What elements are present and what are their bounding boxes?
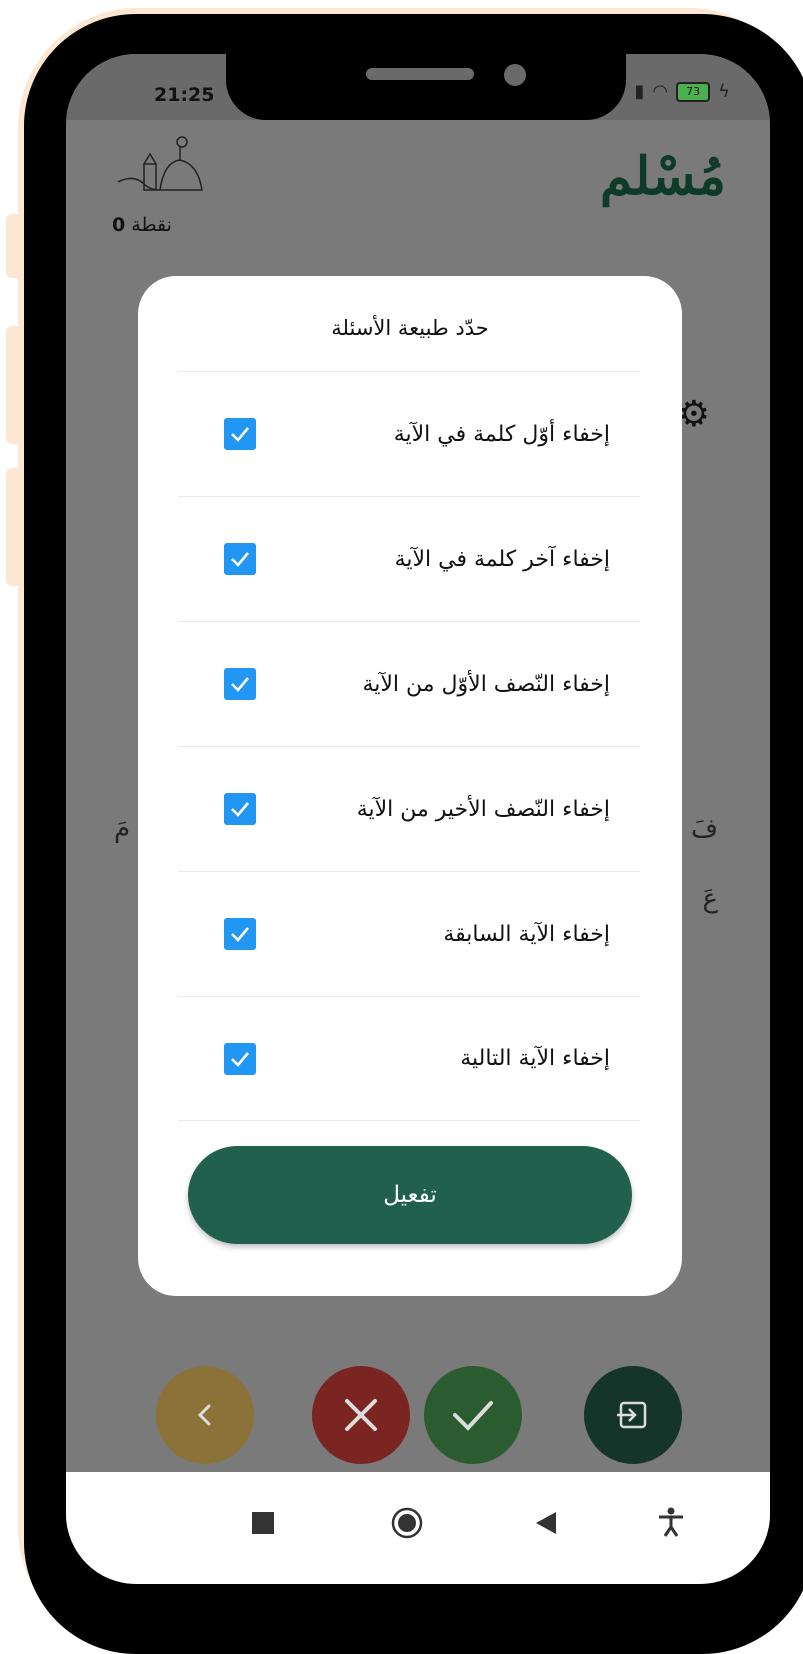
app-title: مُسْلم	[599, 146, 726, 207]
battery-icon: 73	[676, 81, 711, 102]
exit-button[interactable]	[584, 1366, 682, 1464]
option-label: إخفاء النّصف الأوّل من الآية	[362, 671, 610, 697]
option-row[interactable]: إخفاء الآية السابقة	[178, 871, 640, 996]
accessibility-icon[interactable]	[656, 1506, 686, 1545]
phone-side-button	[6, 326, 24, 444]
back-icon[interactable]	[534, 1510, 558, 1543]
wrong-answer-button[interactable]	[312, 1366, 410, 1464]
option-row[interactable]: إخفاء آخر كلمة في الآية	[178, 496, 640, 621]
checkbox[interactable]	[224, 918, 256, 950]
phone-side-button	[6, 468, 24, 586]
option-label: إخفاء الآية السابقة	[443, 921, 610, 947]
activate-button[interactable]: تفعيل	[188, 1146, 632, 1244]
verse-text-peek: عَ	[702, 884, 718, 914]
checkmark-icon	[231, 677, 249, 692]
option-row[interactable]: إخفاء أوّل كلمة في الآية	[178, 371, 640, 496]
option-row[interactable]: إخفاء النّصف الأوّل من الآية	[178, 621, 640, 746]
charging-icon: ϟ	[718, 81, 730, 102]
close-icon	[345, 1399, 377, 1431]
previous-button[interactable]	[156, 1366, 254, 1464]
exit-icon	[617, 1401, 647, 1429]
checkmark-icon	[231, 802, 249, 817]
verse-text-peek: مَ	[114, 814, 131, 844]
front-camera	[504, 64, 526, 86]
screen: 21:25 ▮ ◠ 73 ϟ 0 نقطة مُسْلم ⚙ مَ فَ عَ	[66, 54, 770, 1584]
wifi-icon: ◠	[652, 81, 669, 102]
settings-gear-icon[interactable]: ⚙	[678, 394, 710, 435]
recents-icon[interactable]	[252, 1512, 274, 1534]
question-type-dialog: حدّد طبيعة الأسئلة إخفاء أوّل كلمة في ال…	[138, 276, 682, 1296]
points-label: نقطة	[131, 214, 172, 236]
points-counter: 0 نقطة	[112, 214, 172, 236]
mosque-logo-icon	[117, 136, 203, 191]
signal-icon: ▮	[634, 81, 645, 102]
home-icon[interactable]	[390, 1506, 424, 1547]
checkbox[interactable]	[224, 668, 256, 700]
option-label: إخفاء النّصف الأخير من الآية	[356, 796, 610, 822]
phone-side-button	[6, 214, 24, 278]
checkbox[interactable]	[224, 543, 256, 575]
check-icon	[453, 1401, 493, 1431]
status-icons: ▮ ◠ 73 ϟ	[635, 81, 731, 102]
option-label: إخفاء الآية التالية	[460, 1046, 610, 1071]
checkmark-icon	[231, 927, 249, 942]
checkmark-icon	[231, 1051, 249, 1067]
checkmark-icon	[231, 552, 249, 567]
option-label: إخفاء آخر كلمة في الآية	[394, 546, 610, 572]
checkbox[interactable]	[224, 793, 256, 825]
option-label: إخفاء أوّل كلمة في الآية	[393, 421, 610, 447]
chevron-left-icon	[197, 1404, 211, 1426]
status-time: 21:25	[154, 84, 215, 106]
speaker-grill	[366, 68, 474, 80]
verse-text-peek: فَ	[691, 814, 718, 844]
checkmark-icon	[231, 427, 249, 442]
dialog-title: حدّد طبيعة الأسئلة	[331, 316, 489, 340]
camera-notch	[226, 40, 626, 120]
option-row[interactable]: إخفاء النّصف الأخير من الآية	[178, 746, 640, 871]
checkbox[interactable]	[224, 418, 256, 450]
option-row[interactable]: إخفاء الآية التالية	[178, 996, 640, 1121]
correct-answer-button[interactable]	[424, 1366, 522, 1464]
points-value: 0	[112, 214, 126, 236]
checkbox[interactable]	[224, 1042, 256, 1075]
system-nav-bar	[66, 1472, 770, 1584]
